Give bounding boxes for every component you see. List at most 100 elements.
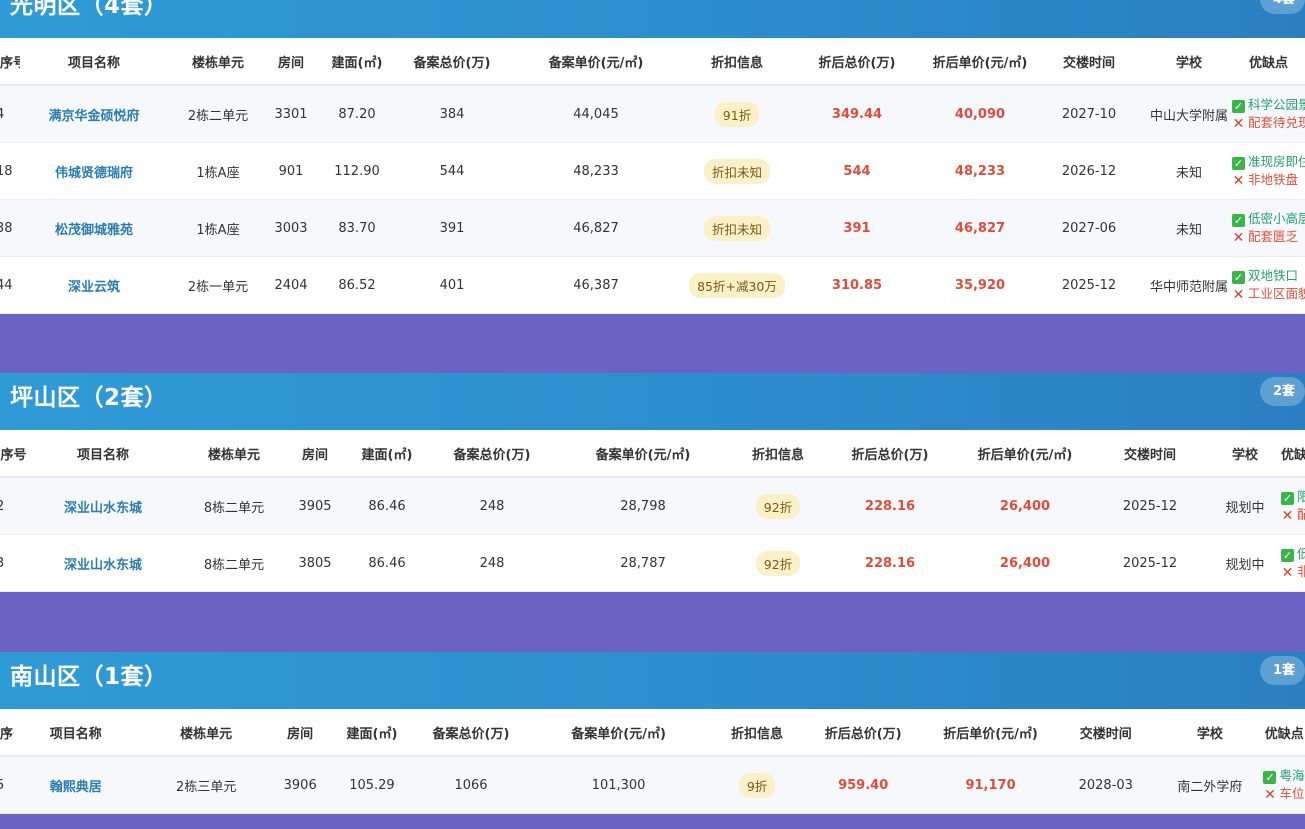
cell-discount: 91折	[688, 85, 786, 143]
cell-delivery: 2025-12	[1032, 256, 1146, 314]
project-name-link[interactable]: 深业山水东城	[27, 534, 179, 592]
project-name-link[interactable]: 翰熙典居	[14, 756, 138, 814]
district-section: 坪山区（2套） 2套 序号 项目名称 楼栋单元 房间 建面(㎡) 备案总价(万) 备案单价(元/…	[0, 373, 1305, 592]
con-text: 工业区面貌	[1248, 286, 1305, 301]
cell-total: 1066	[418, 756, 524, 814]
count-badge: 4套	[1259, 0, 1305, 14]
table-row[interactable]: 18伟城贤德瑞府1栋A座901112.9054448,233折扣未知54448,…	[0, 142, 1305, 200]
column-header[interactable]: 学校	[1156, 709, 1264, 757]
cell-pros-cons: ✓科学公园景观✕配套待兑现	[1232, 85, 1305, 143]
cell-net-unit: 26,400	[959, 477, 1091, 535]
column-header[interactable]: 备案总价(万)	[400, 38, 504, 86]
column-header[interactable]: 折后总价(万)	[800, 709, 926, 757]
column-header[interactable]: 序号	[0, 38, 20, 86]
check-icon: ✓	[1232, 100, 1245, 113]
cell-discount: 85折+减30万	[688, 256, 786, 314]
column-header[interactable]: 建面(㎡)	[314, 38, 400, 86]
column-header[interactable]: 交楼时间	[1032, 38, 1146, 86]
cell-room: 3905	[289, 477, 341, 535]
count-badge: 1套	[1259, 656, 1305, 685]
con-item: ✕ 工业区面貌	[1232, 285, 1305, 303]
column-header[interactable]: 楼栋单元	[179, 430, 289, 478]
column-header[interactable]: 优缺点	[1281, 430, 1305, 478]
cell-total: 248	[433, 534, 551, 592]
table-row[interactable]: 44深业云筑2栋一单元240486.5240146,38785折+减30万310…	[0, 256, 1305, 314]
cell-school: 未知	[1146, 142, 1232, 200]
project-name-link[interactable]: 满京华金硕悦府	[20, 85, 168, 143]
cell-total: 401	[400, 256, 504, 314]
column-header[interactable]: 折扣信息	[735, 430, 821, 478]
column-header[interactable]: 备案总价(万)	[418, 709, 524, 757]
column-header[interactable]: 折后总价(万)	[821, 430, 959, 478]
district-header: 坪山区（2套） 2套	[0, 373, 1305, 430]
column-header[interactable]: 建面(㎡)	[325, 709, 419, 757]
cell-seq: 18	[0, 142, 20, 200]
con-item: ✕ 配套待兑现	[1232, 114, 1305, 132]
column-header[interactable]: 项目名称	[20, 38, 168, 86]
cross-icon: ✕	[1264, 787, 1276, 803]
con-item: ✕车位紧张	[1263, 785, 1305, 803]
column-header[interactable]: 优缺点	[1232, 38, 1305, 86]
cross-icon: ✕	[1232, 116, 1245, 132]
column-header[interactable]: 房间	[274, 709, 326, 757]
column-header[interactable]: 折扣信息	[713, 709, 801, 757]
column-header[interactable]: 序号	[0, 430, 27, 478]
column-header[interactable]: 备案单价(元/㎡)	[504, 38, 688, 86]
con-item: ✕非地铁盘	[1281, 563, 1305, 581]
pro-item: ✓低总价刚需	[1281, 545, 1305, 563]
district-section: 光明区（4套） 4套序号项目名称楼栋单元房间建面(㎡)备案总价(万)备案单价(元/…	[0, 0, 1305, 314]
cell-area: 112.90	[314, 142, 400, 200]
column-header[interactable]: 学校	[1146, 38, 1232, 86]
listing-table: 序号项目名称楼栋单元房间建面(㎡)备案总价(万)备案单价(元/㎡)折扣信息折后总…	[0, 709, 1305, 814]
column-header[interactable]: 折后总价(万)	[786, 38, 928, 86]
column-header[interactable]: 学校	[1209, 430, 1281, 478]
column-header[interactable]: 折扣信息	[688, 38, 786, 86]
pro-item: ✓ 双地铁口	[1232, 267, 1305, 285]
con-item: ✕非地铁盘	[1232, 171, 1305, 189]
header-row: 序号项目名称楼栋单元房间建面(㎡)备案总价(万)备案单价(元/㎡)折扣信息折后总…	[0, 709, 1305, 757]
column-header[interactable]: 序号	[0, 709, 15, 757]
column-header[interactable]: 项目名称	[27, 430, 179, 478]
cell-school: 规划中	[1209, 477, 1281, 535]
column-header[interactable]: 房间	[289, 430, 341, 478]
column-header[interactable]: 折后单价(元/㎡)	[928, 38, 1032, 86]
cell-unit: 44,045	[504, 85, 688, 143]
table-row[interactable]: 4满京华金硕悦府2栋二单元330187.2038444,045 91折 349.44…	[0, 85, 1305, 143]
discount-badge: 92折	[755, 493, 801, 519]
project-name-link[interactable]: 深业山水东城	[27, 477, 179, 535]
cell-room: 3003	[268, 199, 314, 257]
cell-room: 3906	[274, 756, 326, 814]
column-header[interactable]: 备案总价(万)	[433, 430, 551, 478]
table-row[interactable]: 5翰熙典居2栋三单元3906105.291066101,300 9折 959.409…	[0, 756, 1305, 814]
cell-net-unit: 26,400	[959, 534, 1091, 592]
cell-net-total: 310.85	[786, 256, 928, 314]
table-row[interactable]: 38松茂御城雅苑1栋A座300383.7039146,827折扣未知39146,…	[0, 199, 1305, 257]
table-row[interactable]: 2深业山水东城8栋二单元390586.4624828,79892折228.162…	[0, 477, 1305, 535]
column-header[interactable]: 项目名称	[14, 709, 138, 757]
project-name-link[interactable]: 深业云筑	[20, 256, 168, 314]
column-header[interactable]: 建面(㎡)	[341, 430, 433, 478]
column-header[interactable]: 优缺点	[1263, 709, 1305, 757]
table-row[interactable]: 3深业山水东城8栋二单元380586.4624828,78792折228.162…	[0, 534, 1305, 592]
cell-pros-cons: ✓粤海核心地段✕车位紧张	[1263, 756, 1305, 814]
column-header[interactable]: 楼栋单元	[168, 38, 268, 86]
cross-icon: ✕	[1281, 508, 1294, 524]
cell-building: 8栋二单元	[179, 477, 289, 535]
cell-room: 3805	[289, 534, 341, 592]
column-header[interactable]: 房间	[268, 38, 314, 86]
cell-area: 86.52	[314, 256, 400, 314]
column-header[interactable]: 备案单价(元/㎡)	[523, 709, 714, 757]
column-header[interactable]: 折后单价(元/㎡)	[959, 430, 1091, 478]
pro-item: ✓科学公园景观	[1232, 96, 1305, 114]
column-header[interactable]: 交楼时间	[1091, 430, 1209, 478]
discount-badge: 85折+减30万	[689, 272, 785, 298]
project-name-link[interactable]: 松茂御城雅苑	[20, 199, 168, 257]
project-name-link[interactable]: 伟城贤德瑞府	[20, 142, 168, 200]
pro-text: 限价洼地	[1297, 489, 1305, 504]
column-header[interactable]: 备案单价(元/㎡)	[551, 430, 735, 478]
cell-discount: 折扣未知	[688, 199, 786, 257]
column-header[interactable]: 折后单价(元/㎡)	[925, 709, 1056, 757]
cell-area: 105.29	[325, 756, 419, 814]
column-header[interactable]: 交楼时间	[1055, 709, 1157, 757]
column-header[interactable]: 楼栋单元	[137, 709, 275, 757]
